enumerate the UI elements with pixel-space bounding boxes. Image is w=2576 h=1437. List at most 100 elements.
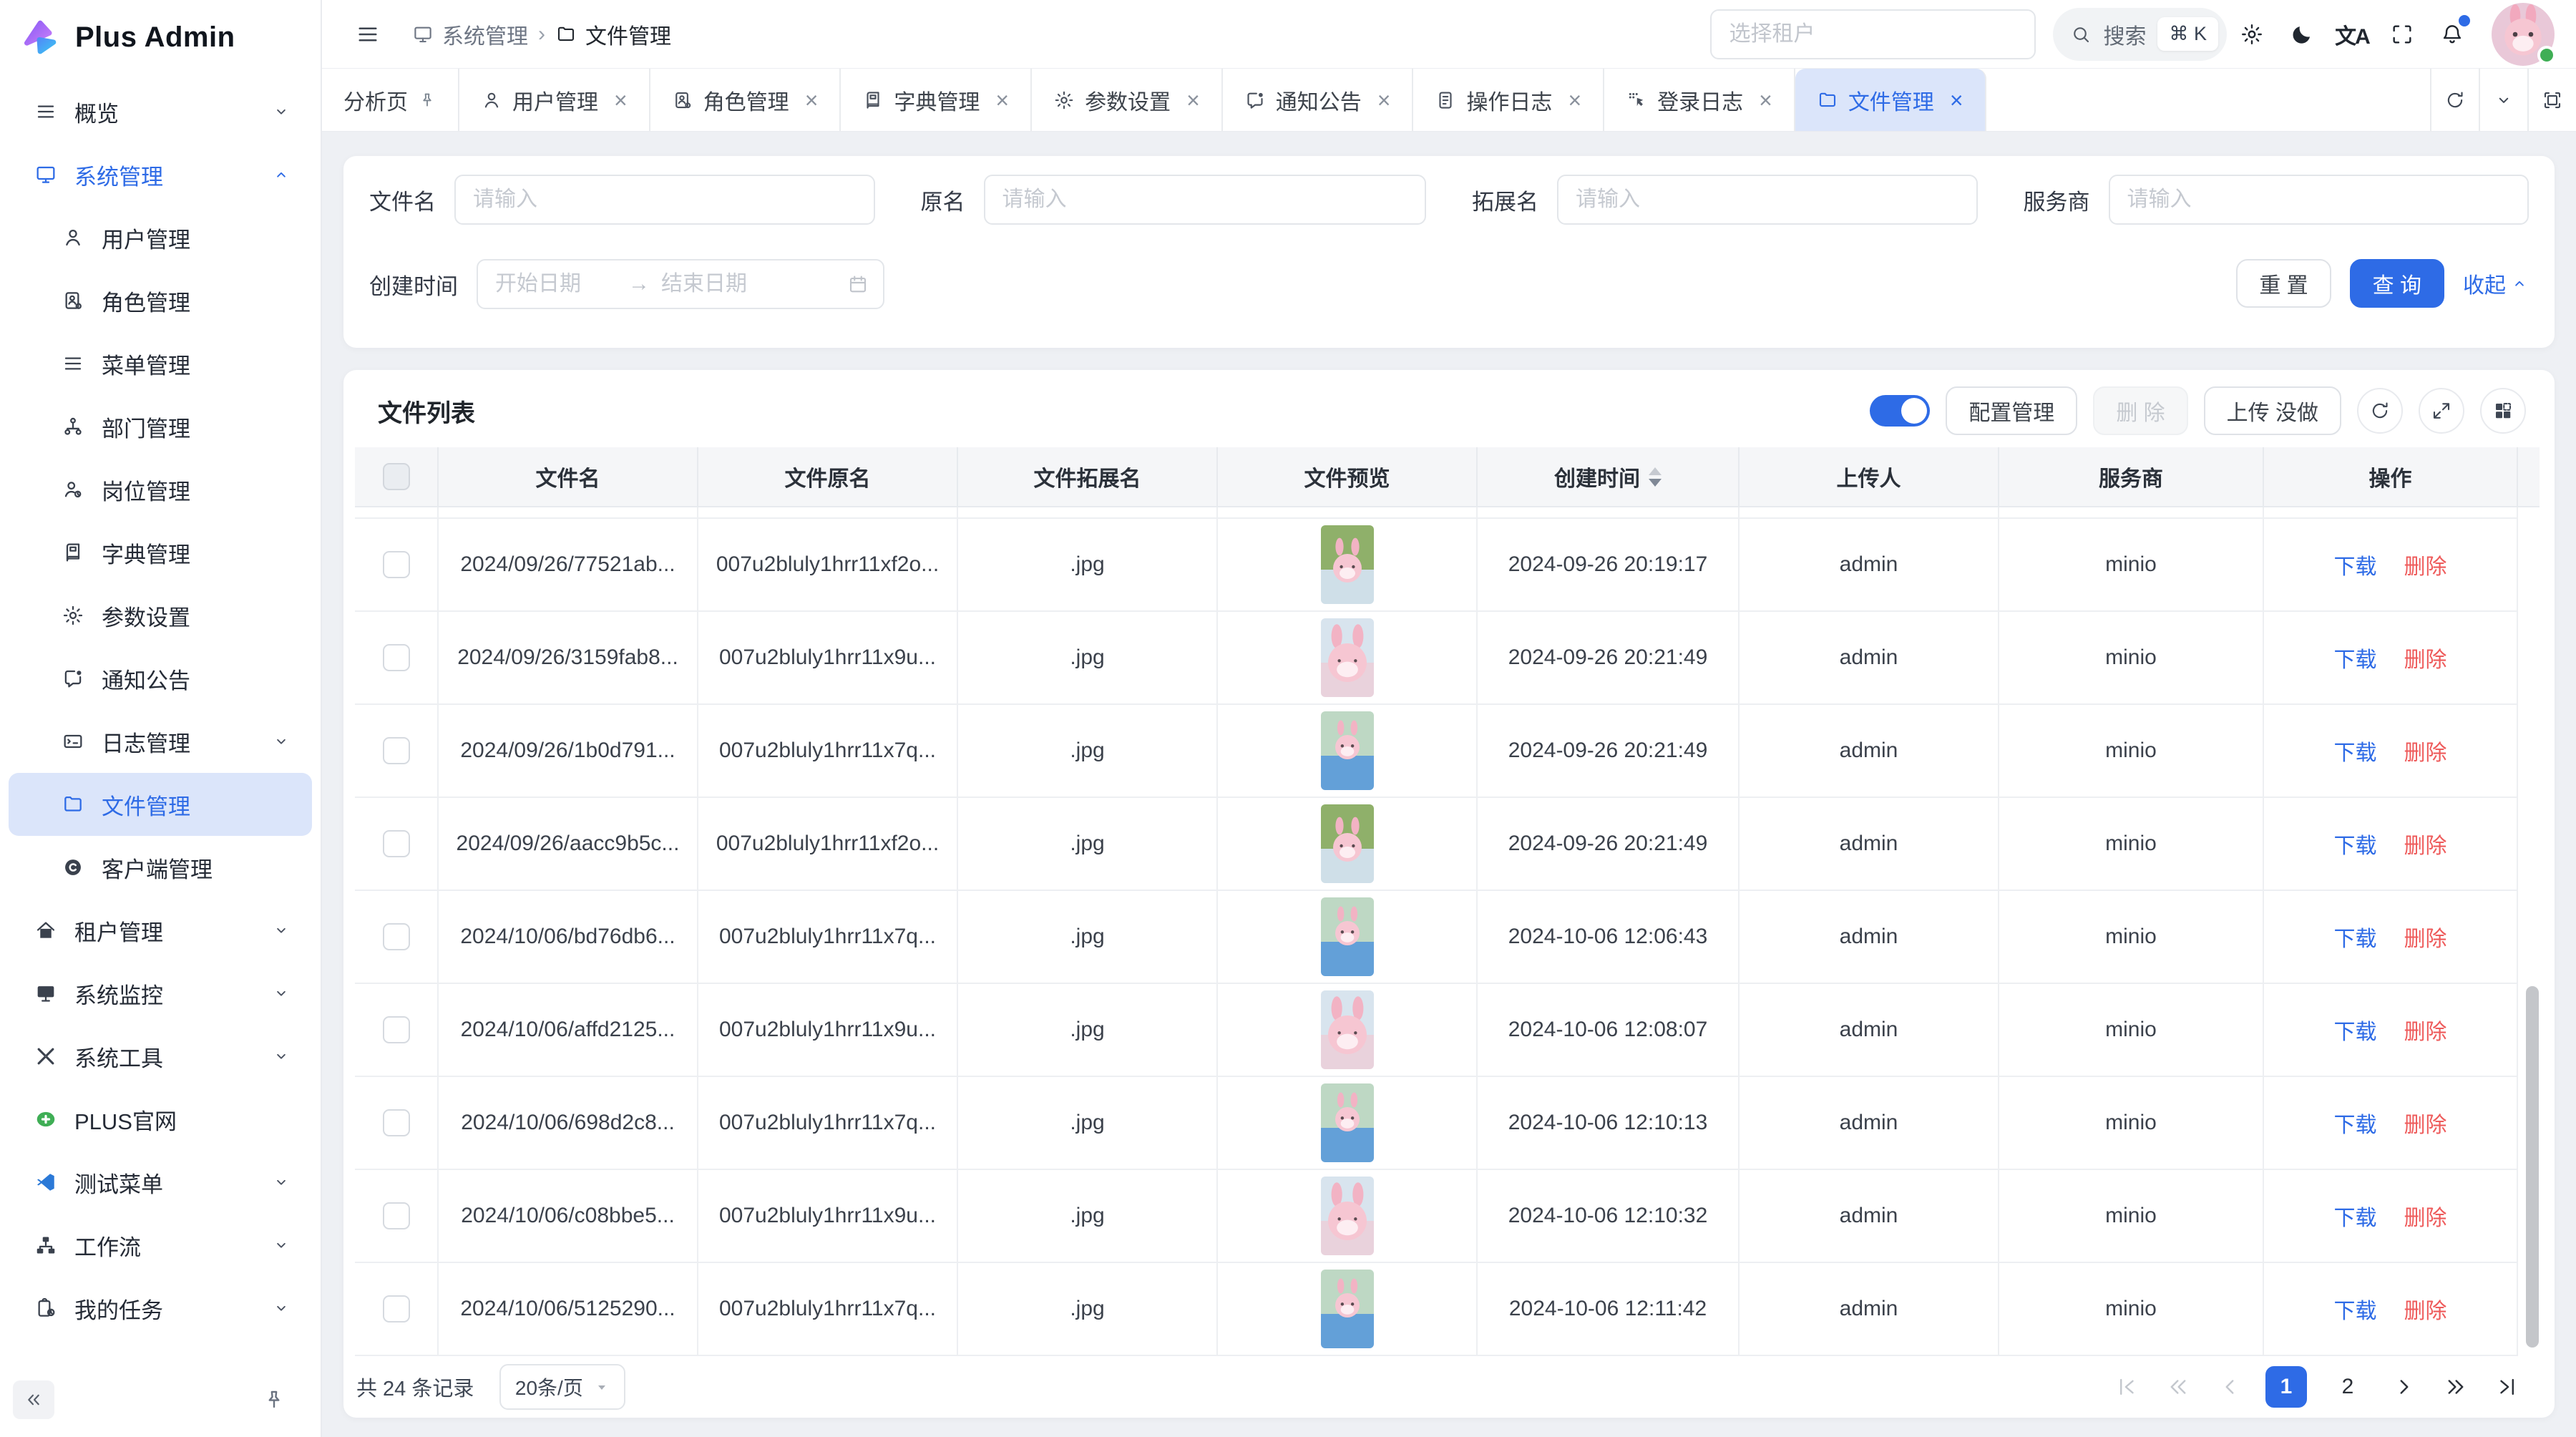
notifications-button[interactable] bbox=[2427, 9, 2477, 59]
column-header-创建时间[interactable]: 创建时间 bbox=[1478, 447, 1740, 507]
breadcrumb-item-system[interactable]: 系统管理 bbox=[412, 19, 528, 50]
tab-文件管理[interactable]: 文件管理× bbox=[1795, 69, 1986, 131]
fullscreen-button[interactable] bbox=[2377, 9, 2427, 59]
search-toggle[interactable] bbox=[1870, 395, 1930, 427]
row-checkbox[interactable] bbox=[383, 1016, 410, 1043]
sidebar-item-部门管理[interactable]: 部门管理 bbox=[9, 395, 312, 458]
end-date-input[interactable] bbox=[661, 272, 783, 296]
sidebar-item-系统管理[interactable]: 系统管理 bbox=[9, 143, 312, 206]
settings-button[interactable] bbox=[2227, 9, 2277, 59]
file-preview-thumbnail[interactable] bbox=[1321, 525, 1374, 604]
sidebar-item-PLUS官网[interactable]: PLUS官网 bbox=[9, 1088, 312, 1151]
tab-用户管理[interactable]: 用户管理× bbox=[459, 69, 650, 131]
dark-mode-button[interactable] bbox=[2277, 9, 2327, 59]
column-settings-button[interactable] bbox=[2480, 388, 2526, 434]
delete-link[interactable]: 删除 bbox=[2404, 1014, 2447, 1046]
sidebar-item-日志管理[interactable]: 日志管理 bbox=[9, 710, 312, 773]
row-checkbox[interactable] bbox=[383, 737, 410, 764]
download-link[interactable]: 下载 bbox=[2334, 549, 2377, 580]
download-link[interactable]: 下载 bbox=[2334, 1200, 2377, 1232]
sidebar-item-角色管理[interactable]: 角色管理 bbox=[9, 269, 312, 332]
download-link[interactable]: 下载 bbox=[2334, 1293, 2377, 1325]
sidebar-item-菜单管理[interactable]: 菜单管理 bbox=[9, 332, 312, 395]
sidebar-item-客户端管理[interactable]: 客户端管理 bbox=[9, 836, 312, 899]
sidebar-item-用户管理[interactable]: 用户管理 bbox=[9, 206, 312, 269]
tab-close-icon[interactable]: × bbox=[1568, 89, 1581, 112]
search-button[interactable]: 查 询 bbox=[2350, 259, 2444, 308]
sidebar-collapse-button[interactable] bbox=[13, 1380, 54, 1419]
avatar[interactable] bbox=[2492, 3, 2555, 66]
batch-delete-button[interactable]: 删 除 bbox=[2093, 386, 2187, 435]
tab-参数设置[interactable]: 参数设置× bbox=[1032, 69, 1223, 131]
file-preview-thumbnail[interactable] bbox=[1321, 1270, 1374, 1348]
sidebar-item-租户管理[interactable]: 租户管理 bbox=[9, 899, 312, 962]
page-last-button[interactable] bbox=[2492, 1371, 2523, 1403]
tab-登录日志[interactable]: 登录日志× bbox=[1604, 69, 1795, 131]
tab-通知公告[interactable]: 通知公告× bbox=[1223, 69, 1414, 131]
page-first-button[interactable] bbox=[2111, 1371, 2142, 1403]
date-range-picker[interactable]: → bbox=[477, 259, 884, 309]
global-search-button[interactable]: 搜索 ⌘ K bbox=[2053, 8, 2227, 61]
start-date-input[interactable] bbox=[495, 272, 617, 296]
tab-close-icon[interactable]: × bbox=[1377, 89, 1391, 112]
tab-角色管理[interactable]: 角色管理× bbox=[650, 69, 841, 131]
sidebar-item-参数设置[interactable]: 参数设置 bbox=[9, 584, 312, 647]
tab-close-icon[interactable]: × bbox=[1759, 89, 1772, 112]
table-refresh-button[interactable] bbox=[2357, 388, 2403, 434]
sidebar-item-概览[interactable]: 概览 bbox=[9, 80, 312, 143]
reset-button[interactable]: 重 置 bbox=[2236, 259, 2331, 308]
page-size-select[interactable]: 20条/页 bbox=[499, 1364, 625, 1410]
sidebar-item-系统工具[interactable]: 系统工具 bbox=[9, 1025, 312, 1088]
download-link[interactable]: 下载 bbox=[2334, 828, 2377, 859]
tab-分析页[interactable]: 分析页 bbox=[322, 69, 459, 131]
page-next-button[interactable] bbox=[2389, 1371, 2420, 1403]
delete-link[interactable]: 删除 bbox=[2404, 921, 2447, 953]
download-link[interactable]: 下载 bbox=[2334, 642, 2377, 673]
row-checkbox[interactable] bbox=[383, 1202, 410, 1229]
file-preview-thumbnail[interactable] bbox=[1321, 1177, 1374, 1255]
hamburger-icon[interactable] bbox=[355, 21, 381, 47]
tab-close-icon[interactable]: × bbox=[805, 89, 819, 112]
page-button-2[interactable]: 2 bbox=[2327, 1366, 2368, 1408]
file-preview-thumbnail[interactable] bbox=[1321, 711, 1374, 790]
download-link[interactable]: 下载 bbox=[2334, 1014, 2377, 1046]
collapse-filters-link[interactable]: 收起 bbox=[2463, 268, 2529, 299]
app-logo[interactable]: Plus Admin bbox=[0, 0, 321, 74]
row-checkbox[interactable] bbox=[383, 923, 410, 950]
page-prev-button[interactable] bbox=[2214, 1371, 2245, 1403]
table-fullscreen-button[interactable] bbox=[2419, 388, 2464, 434]
delete-link[interactable]: 删除 bbox=[2404, 735, 2447, 766]
delete-link[interactable]: 删除 bbox=[2404, 642, 2447, 673]
delete-link[interactable]: 删除 bbox=[2404, 549, 2447, 580]
sidebar-item-通知公告[interactable]: 通知公告 bbox=[9, 647, 312, 710]
table-scrollbar-thumb[interactable] bbox=[2526, 986, 2539, 1348]
delete-link[interactable]: 删除 bbox=[2404, 1293, 2447, 1325]
upload-button[interactable]: 上传 没做 bbox=[2204, 386, 2341, 435]
download-link[interactable]: 下载 bbox=[2334, 735, 2377, 766]
tab-close-icon[interactable]: × bbox=[1950, 89, 1963, 112]
sidebar-item-工作流[interactable]: 工作流 bbox=[9, 1214, 312, 1277]
origin-name-input[interactable] bbox=[984, 175, 1427, 225]
tab-menu-button[interactable] bbox=[2479, 69, 2527, 131]
row-checkbox[interactable] bbox=[383, 644, 410, 671]
sidebar-item-岗位管理[interactable]: 岗位管理 bbox=[9, 458, 312, 521]
row-checkbox[interactable] bbox=[383, 551, 410, 578]
sidebar-item-字典管理[interactable]: 字典管理 bbox=[9, 521, 312, 584]
sidebar-item-测试菜单[interactable]: 测试菜单 bbox=[9, 1151, 312, 1214]
file-preview-thumbnail[interactable] bbox=[1321, 990, 1374, 1069]
sidebar-item-系统监控[interactable]: 系统监控 bbox=[9, 962, 312, 1025]
tab-close-icon[interactable]: × bbox=[1186, 89, 1200, 112]
page-button-1[interactable]: 1 bbox=[2265, 1366, 2307, 1408]
download-link[interactable]: 下载 bbox=[2334, 1107, 2377, 1139]
sidebar-item-我的任务[interactable]: 我的任务 bbox=[9, 1277, 312, 1340]
download-link[interactable]: 下载 bbox=[2334, 921, 2377, 953]
file-preview-thumbnail[interactable] bbox=[1321, 1083, 1374, 1162]
tab-操作日志[interactable]: 操作日志× bbox=[1413, 69, 1604, 131]
sort-icon[interactable] bbox=[1649, 467, 1662, 487]
language-button[interactable]: 文A bbox=[2327, 9, 2377, 59]
config-manage-button[interactable]: 配置管理 bbox=[1946, 386, 2077, 435]
select-all-checkbox[interactable] bbox=[383, 463, 410, 490]
page-jump-back-button[interactable] bbox=[2162, 1371, 2194, 1403]
page-jump-forward-button[interactable] bbox=[2440, 1371, 2472, 1403]
file-name-input[interactable] bbox=[454, 175, 875, 225]
